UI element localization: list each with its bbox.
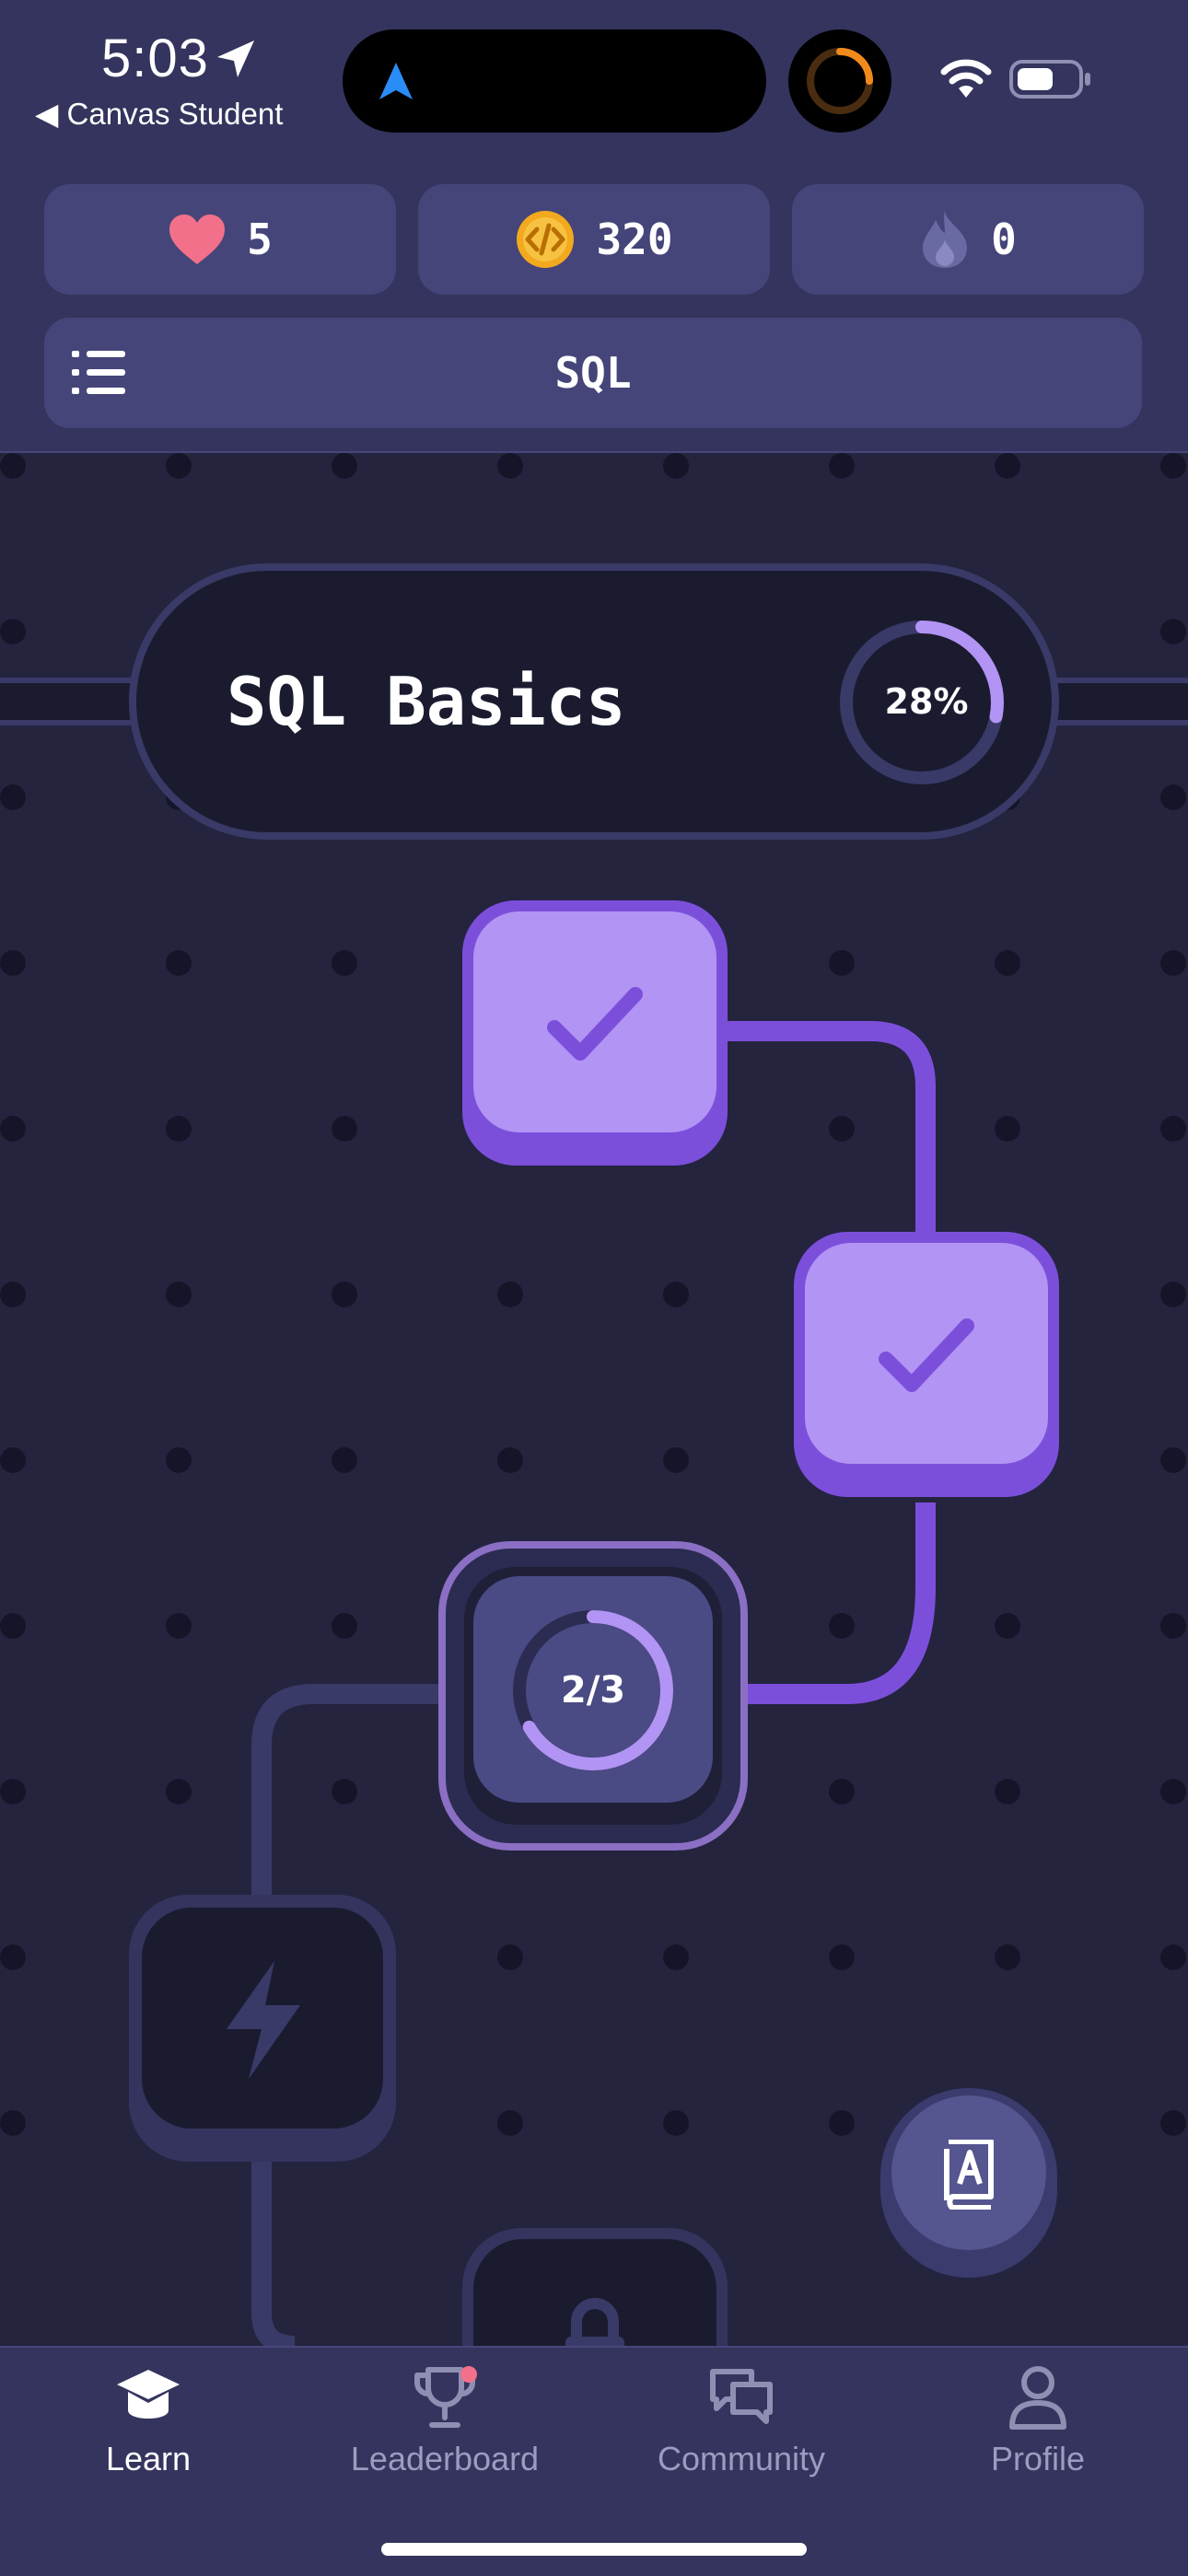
heart-icon [169, 215, 226, 264]
battery-icon [1009, 60, 1090, 99]
lightning-bolt-icon [227, 1961, 300, 2079]
unit-connector-right [1041, 678, 1188, 725]
home-indicator[interactable] [381, 2543, 807, 2556]
streak-stat[interactable]: 0 [792, 184, 1144, 295]
top-header: 5:03 ◀ Canvas Student 5 320 0 SQL [0, 0, 1188, 453]
lesson-node-2[interactable] [794, 1232, 1059, 1497]
unit-progress-label: 28% [884, 681, 969, 722]
back-to-app-link[interactable]: ◀ Canvas Student [35, 96, 283, 132]
hearts-count: 5 [247, 215, 273, 264]
tab-leaderboard[interactable]: Leaderboard [297, 2348, 593, 2532]
checkmark-icon [547, 987, 643, 1061]
learning-path-map[interactable]: SQL Basics 28% 2/3 [0, 453, 1188, 2346]
code-coin-icon [517, 211, 575, 268]
lesson-node-1[interactable] [462, 900, 728, 1166]
tab-community[interactable]: Community [593, 2348, 890, 2532]
wifi-icon [940, 59, 992, 98]
tab-learn[interactable]: Learn [0, 2348, 297, 2532]
checkmark-icon [879, 1318, 974, 1392]
lock-icon [565, 2298, 624, 2346]
tab-community-label: Community [657, 2440, 826, 2477]
status-time: 5:03 [101, 29, 209, 88]
unit-connector-left [0, 678, 147, 725]
tab-profile-label: Profile [990, 2440, 1086, 2477]
graduation-cap-icon [117, 2370, 180, 2419]
tab-leaderboard-label: Leaderboard [350, 2440, 540, 2477]
person-icon [1009, 2366, 1066, 2430]
activity-ring-icon [807, 48, 873, 114]
navigation-arrow-icon [379, 63, 413, 99]
lesson-node-3[interactable]: 2/3 [438, 1541, 748, 1851]
lesson-node-4[interactable] [129, 1895, 396, 2162]
course-title: SQL [554, 348, 632, 398]
coins-count: 320 [596, 215, 673, 264]
tab-learn-label: Learn [105, 2440, 192, 2477]
bottom-tab-bar: Learn Leaderboard Community Profile [0, 2346, 1188, 2576]
course-selector[interactable]: SQL [44, 318, 1142, 428]
tab-profile[interactable]: Profile [890, 2348, 1186, 2532]
unit-title: SQL Basics [227, 663, 626, 740]
chat-bubbles-icon [710, 2369, 773, 2424]
glossary-button[interactable] [880, 2088, 1057, 2278]
dynamic-island [343, 29, 766, 133]
unit-header[interactable]: SQL Basics 28% [129, 563, 1059, 840]
dictionary-book-icon [944, 2140, 994, 2210]
flame-icon [923, 211, 968, 268]
coins-stat[interactable]: 320 [418, 184, 770, 295]
hearts-stat[interactable]: 5 [44, 184, 396, 295]
lesson-node-5[interactable] [462, 2228, 728, 2346]
streak-count: 0 [991, 215, 1017, 264]
location-arrow-icon [217, 41, 254, 77]
notification-badge [460, 2366, 477, 2383]
activity-ring-pill [788, 29, 891, 133]
lesson-progress-label: 2/3 [560, 1669, 626, 1712]
